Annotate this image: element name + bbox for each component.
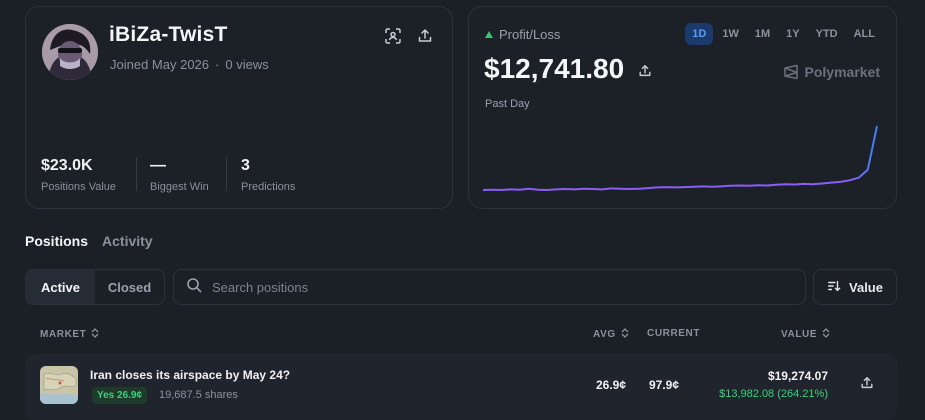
current-price: 97.9¢ — [649, 378, 680, 392]
username: iBiZa-TwisT — [109, 23, 228, 46]
joined-date: Joined May 2026 — [110, 57, 210, 72]
up-triangle-icon — [485, 31, 493, 38]
sort-toggle-icon — [822, 328, 830, 341]
scan-icon[interactable] — [382, 25, 404, 47]
stat-divider — [226, 157, 227, 191]
stat-label: Biggest Win — [150, 181, 209, 193]
column-header-label: CURRENT — [647, 328, 701, 339]
search-icon — [186, 277, 202, 298]
avg-price: 26.9¢ — [596, 378, 627, 392]
stat-label: Positions Value — [41, 181, 117, 193]
time-range-tabs: 1D 1W 1M 1Y YTD ALL — [685, 23, 882, 45]
column-header-market[interactable]: MARKET — [40, 328, 99, 341]
position-value: $19,274.07 — [767, 369, 828, 383]
meta-separator: · — [215, 57, 220, 72]
profit-loss-chart — [483, 125, 878, 191]
share-icon[interactable] — [860, 376, 874, 395]
stat-positions-value: $23.0K Positions Value — [41, 157, 116, 193]
column-header-label: VALUE — [781, 329, 818, 340]
share-icon[interactable] — [414, 25, 436, 47]
tab-positions[interactable]: Positions — [25, 233, 88, 249]
market-thumbnail — [40, 366, 78, 404]
sort-toggle-icon — [621, 328, 629, 341]
stat-predictions: 3 Predictions — [241, 157, 295, 193]
filter-active-button[interactable]: Active — [26, 270, 95, 304]
main-tabs: Positions Activity — [25, 233, 153, 249]
profit-loss-value: $12,741.80 — [484, 53, 652, 85]
polymarket-logo: Polymarket — [783, 64, 880, 80]
column-header-label: AVG — [593, 329, 616, 340]
outcome-badge: Yes 26.9¢ — [92, 387, 148, 404]
tab-all[interactable]: ALL — [847, 23, 882, 45]
filter-closed-button[interactable]: Closed — [95, 270, 164, 304]
sort-label: Value — [849, 279, 883, 295]
profit-loss-line — [483, 125, 878, 191]
stat-label: Predictions — [241, 181, 296, 193]
time-range-label: Past Day — [485, 98, 530, 110]
stat-value: $23.0K — [41, 157, 93, 174]
shares-count: 19,687.5 shares — [159, 389, 238, 401]
profit-loss-label: Profit/Loss — [485, 27, 560, 42]
column-header-current: CURRENT — [647, 328, 700, 339]
profit-loss-card: Profit/Loss 1D 1W 1M 1Y YTD ALL $12,741.… — [468, 6, 897, 209]
tab-ytd[interactable]: YTD — [809, 23, 845, 45]
column-header-value[interactable]: VALUE — [781, 328, 830, 341]
stat-value: 3 — [241, 157, 250, 174]
sort-toggle-icon — [91, 328, 99, 341]
brand-name: Polymarket — [804, 64, 880, 80]
column-header-avg[interactable]: AVG — [593, 328, 629, 341]
profile-card: iBiZa-TwisT Joined May 2026 · 0 views $23.… — [25, 6, 453, 209]
stat-divider — [136, 157, 137, 191]
sort-icon — [827, 279, 841, 296]
profit-loss-label-text: Profit/Loss — [499, 27, 561, 42]
profit-loss-amount: $12,741.80 — [484, 53, 625, 84]
position-pnl: $13,982.08 (264.21%) — [719, 388, 828, 400]
tab-1y[interactable]: 1Y — [779, 23, 806, 45]
column-header-label: MARKET — [40, 329, 87, 340]
views-count: 0 views — [225, 57, 269, 72]
tab-1m[interactable]: 1M — [748, 23, 777, 45]
search-bar — [173, 269, 806, 305]
polymarket-icon — [783, 64, 798, 80]
status-filter: Active Closed — [25, 269, 165, 305]
tab-activity[interactable]: Activity — [102, 233, 153, 249]
tab-1w[interactable]: 1W — [715, 23, 746, 45]
search-input[interactable] — [212, 279, 772, 295]
avatar[interactable] — [42, 24, 98, 80]
sort-button[interactable]: Value — [813, 269, 897, 305]
stat-biggest-win: — Biggest Win — [150, 157, 209, 193]
market-title[interactable]: Iran closes its airspace by May 24? — [90, 368, 290, 382]
stat-value: — — [150, 157, 166, 174]
share-icon[interactable] — [638, 53, 652, 85]
table-row[interactable]: Iran closes its airspace by May 24? Yes … — [25, 354, 897, 420]
tab-1d[interactable]: 1D — [685, 23, 714, 45]
profile-meta: Joined May 2026 · 0 views — [110, 57, 269, 72]
